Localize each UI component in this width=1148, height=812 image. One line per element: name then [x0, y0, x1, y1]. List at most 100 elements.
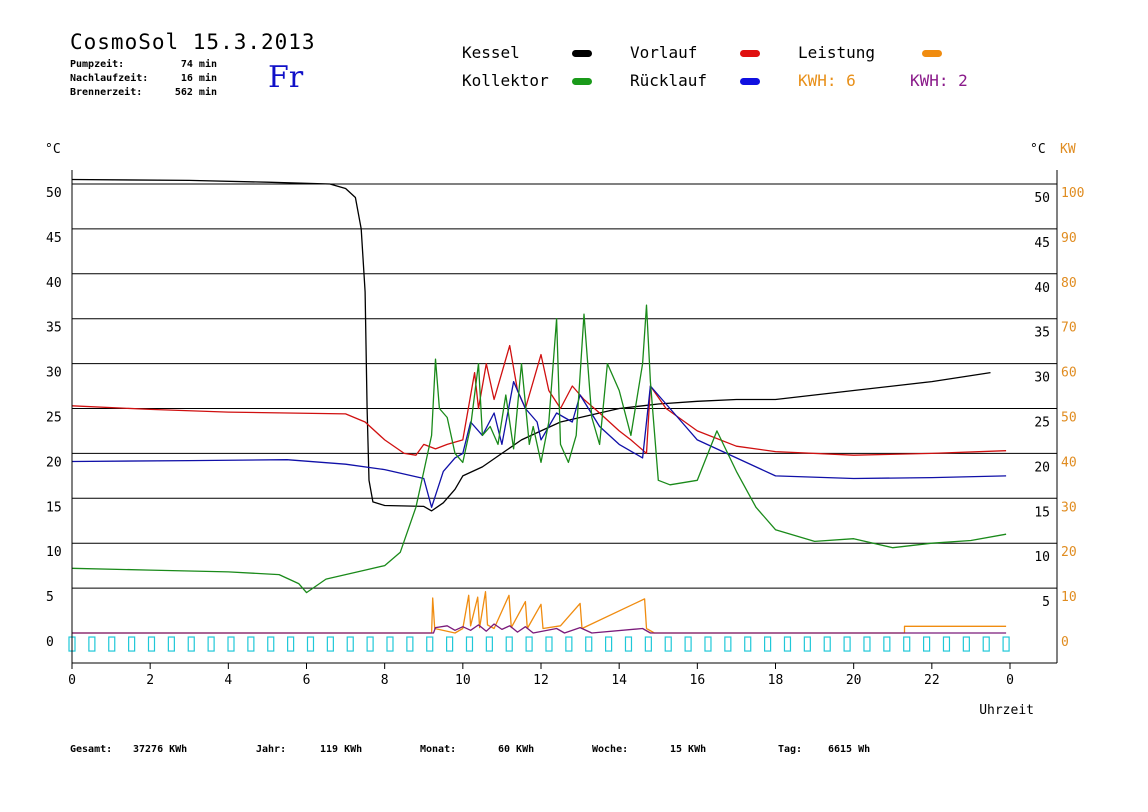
y-left-tick-label: 25 — [46, 411, 62, 426]
status-marker — [783, 636, 792, 652]
series-line-leistung — [72, 591, 1007, 634]
y-right-tick-label: 15 — [1034, 505, 1050, 520]
y-right-tick-label: 35 — [1034, 326, 1050, 341]
y-left-tick-label: 10 — [46, 545, 62, 560]
x-tick-label: 12 — [533, 673, 549, 688]
y-right-tick-label: 45 — [1034, 236, 1050, 251]
x-tick-label: 20 — [846, 673, 862, 688]
y-left-tick-label: 35 — [46, 321, 62, 336]
status-marker — [465, 636, 474, 652]
status-marker — [525, 636, 533, 652]
status-marker — [167, 636, 175, 652]
status-marker — [267, 636, 275, 652]
series-line-vorlauf — [71, 344, 1007, 456]
status-marker — [982, 636, 990, 652]
status-marker — [545, 636, 553, 652]
status-marker — [326, 636, 334, 652]
y-right-tick-label: 10 — [1034, 550, 1050, 565]
footer-value-gesamt: 37276 KWh — [133, 744, 188, 755]
status-marker — [108, 636, 116, 652]
status-marker — [764, 636, 772, 652]
y-right-tick-label: 5 — [1042, 595, 1050, 610]
x-tick-label: 18 — [768, 673, 784, 688]
status-marker — [207, 636, 215, 652]
x-tick-label: 0 — [1006, 673, 1014, 688]
y-kw-tick-label: 0 — [1061, 635, 1069, 650]
y-kw-tick-label: 40 — [1061, 455, 1077, 470]
x-tick-label: 22 — [924, 673, 940, 688]
y-kw-tick-label: 90 — [1061, 231, 1077, 246]
y-kw-axis-label: KW — [1060, 142, 1076, 157]
y-left-tick-label: 20 — [46, 455, 62, 470]
x-tick-label: 4 — [224, 673, 232, 688]
y-right-tick-label: 25 — [1034, 416, 1050, 431]
status-marker — [863, 636, 871, 652]
series-line-kwh — [72, 623, 1007, 634]
status-marker — [565, 636, 573, 652]
status-marker — [147, 636, 156, 652]
footer-value-tag: 6615 Wh — [828, 744, 871, 755]
status-marker — [346, 636, 354, 652]
y-left-tick-label: 15 — [46, 500, 62, 515]
footer-label-gesamt: Gesamt: — [70, 744, 113, 755]
y-left-tick-label: 50 — [46, 186, 62, 201]
status-marker — [803, 636, 811, 652]
status-marker — [227, 636, 235, 652]
y-right-axis-label: °C — [1030, 142, 1046, 157]
x-tick-label: 14 — [611, 673, 627, 688]
status-marker — [187, 636, 195, 652]
status-marker — [287, 636, 295, 652]
y-left-tick-label: 5 — [46, 590, 54, 605]
status-marker — [366, 636, 374, 652]
y-right-tick-label: 40 — [1034, 281, 1050, 296]
y-kw-tick-label: 50 — [1061, 411, 1077, 426]
status-marker — [88, 636, 96, 652]
status-marker — [128, 636, 136, 652]
status-marker — [922, 636, 931, 652]
y-left-tick-label: 40 — [46, 276, 62, 291]
status-marker — [624, 636, 633, 652]
status-marker — [386, 636, 394, 652]
status-marker — [744, 636, 752, 652]
y-kw-tick-label: 100 — [1061, 186, 1084, 201]
series-line-ruecklauf — [71, 380, 1007, 508]
y-left-tick-label: 0 — [46, 635, 54, 650]
y-kw-tick-label: 60 — [1061, 366, 1077, 381]
status-marker — [605, 636, 613, 652]
y-kw-tick-label: 70 — [1061, 321, 1077, 336]
footer-value-jahr: 119 KWh — [320, 744, 363, 755]
status-marker — [883, 636, 891, 652]
footer-label-monat: Monat: — [420, 744, 457, 755]
y-kw-tick-label: 80 — [1061, 276, 1077, 291]
status-marker — [724, 636, 732, 652]
x-tick-label: 16 — [690, 673, 706, 688]
footer-value-woche: 15 KWh — [670, 744, 707, 755]
y-right-tick-label: 50 — [1034, 191, 1050, 206]
status-marker — [823, 636, 831, 652]
status-marker — [903, 636, 911, 652]
status-marker — [704, 636, 712, 652]
footer-value-monat: 60 KWh — [498, 744, 535, 755]
x-tick-label: 0 — [68, 673, 76, 688]
status-marker — [247, 636, 255, 652]
series-line-kollektor — [71, 304, 1007, 594]
y-right-tick-label: 20 — [1034, 460, 1050, 475]
footer-label-jahr: Jahr: — [256, 744, 287, 755]
footer-label-tag: Tag: — [778, 744, 803, 755]
y-kw-tick-label: 30 — [1061, 500, 1077, 515]
status-marker — [485, 636, 493, 652]
y-kw-tick-label: 20 — [1061, 545, 1077, 560]
status-marker — [644, 636, 652, 652]
x-tick-label: 2 — [146, 673, 154, 688]
status-marker — [406, 636, 414, 652]
y-left-tick-label: 30 — [46, 366, 62, 381]
status-marker — [1002, 636, 1010, 652]
x-tick-label: 6 — [303, 673, 311, 688]
x-tick-label: 10 — [455, 673, 471, 688]
chart-plot: 0 2 4 6 8 10 12 14 16 18 20 22 005101520253035404550… — [45, 142, 1084, 718]
status-marker — [426, 636, 434, 652]
status-marker — [446, 636, 454, 652]
status-marker — [843, 636, 851, 652]
status-marker — [585, 636, 593, 652]
y-right-tick-label: 30 — [1034, 371, 1050, 386]
